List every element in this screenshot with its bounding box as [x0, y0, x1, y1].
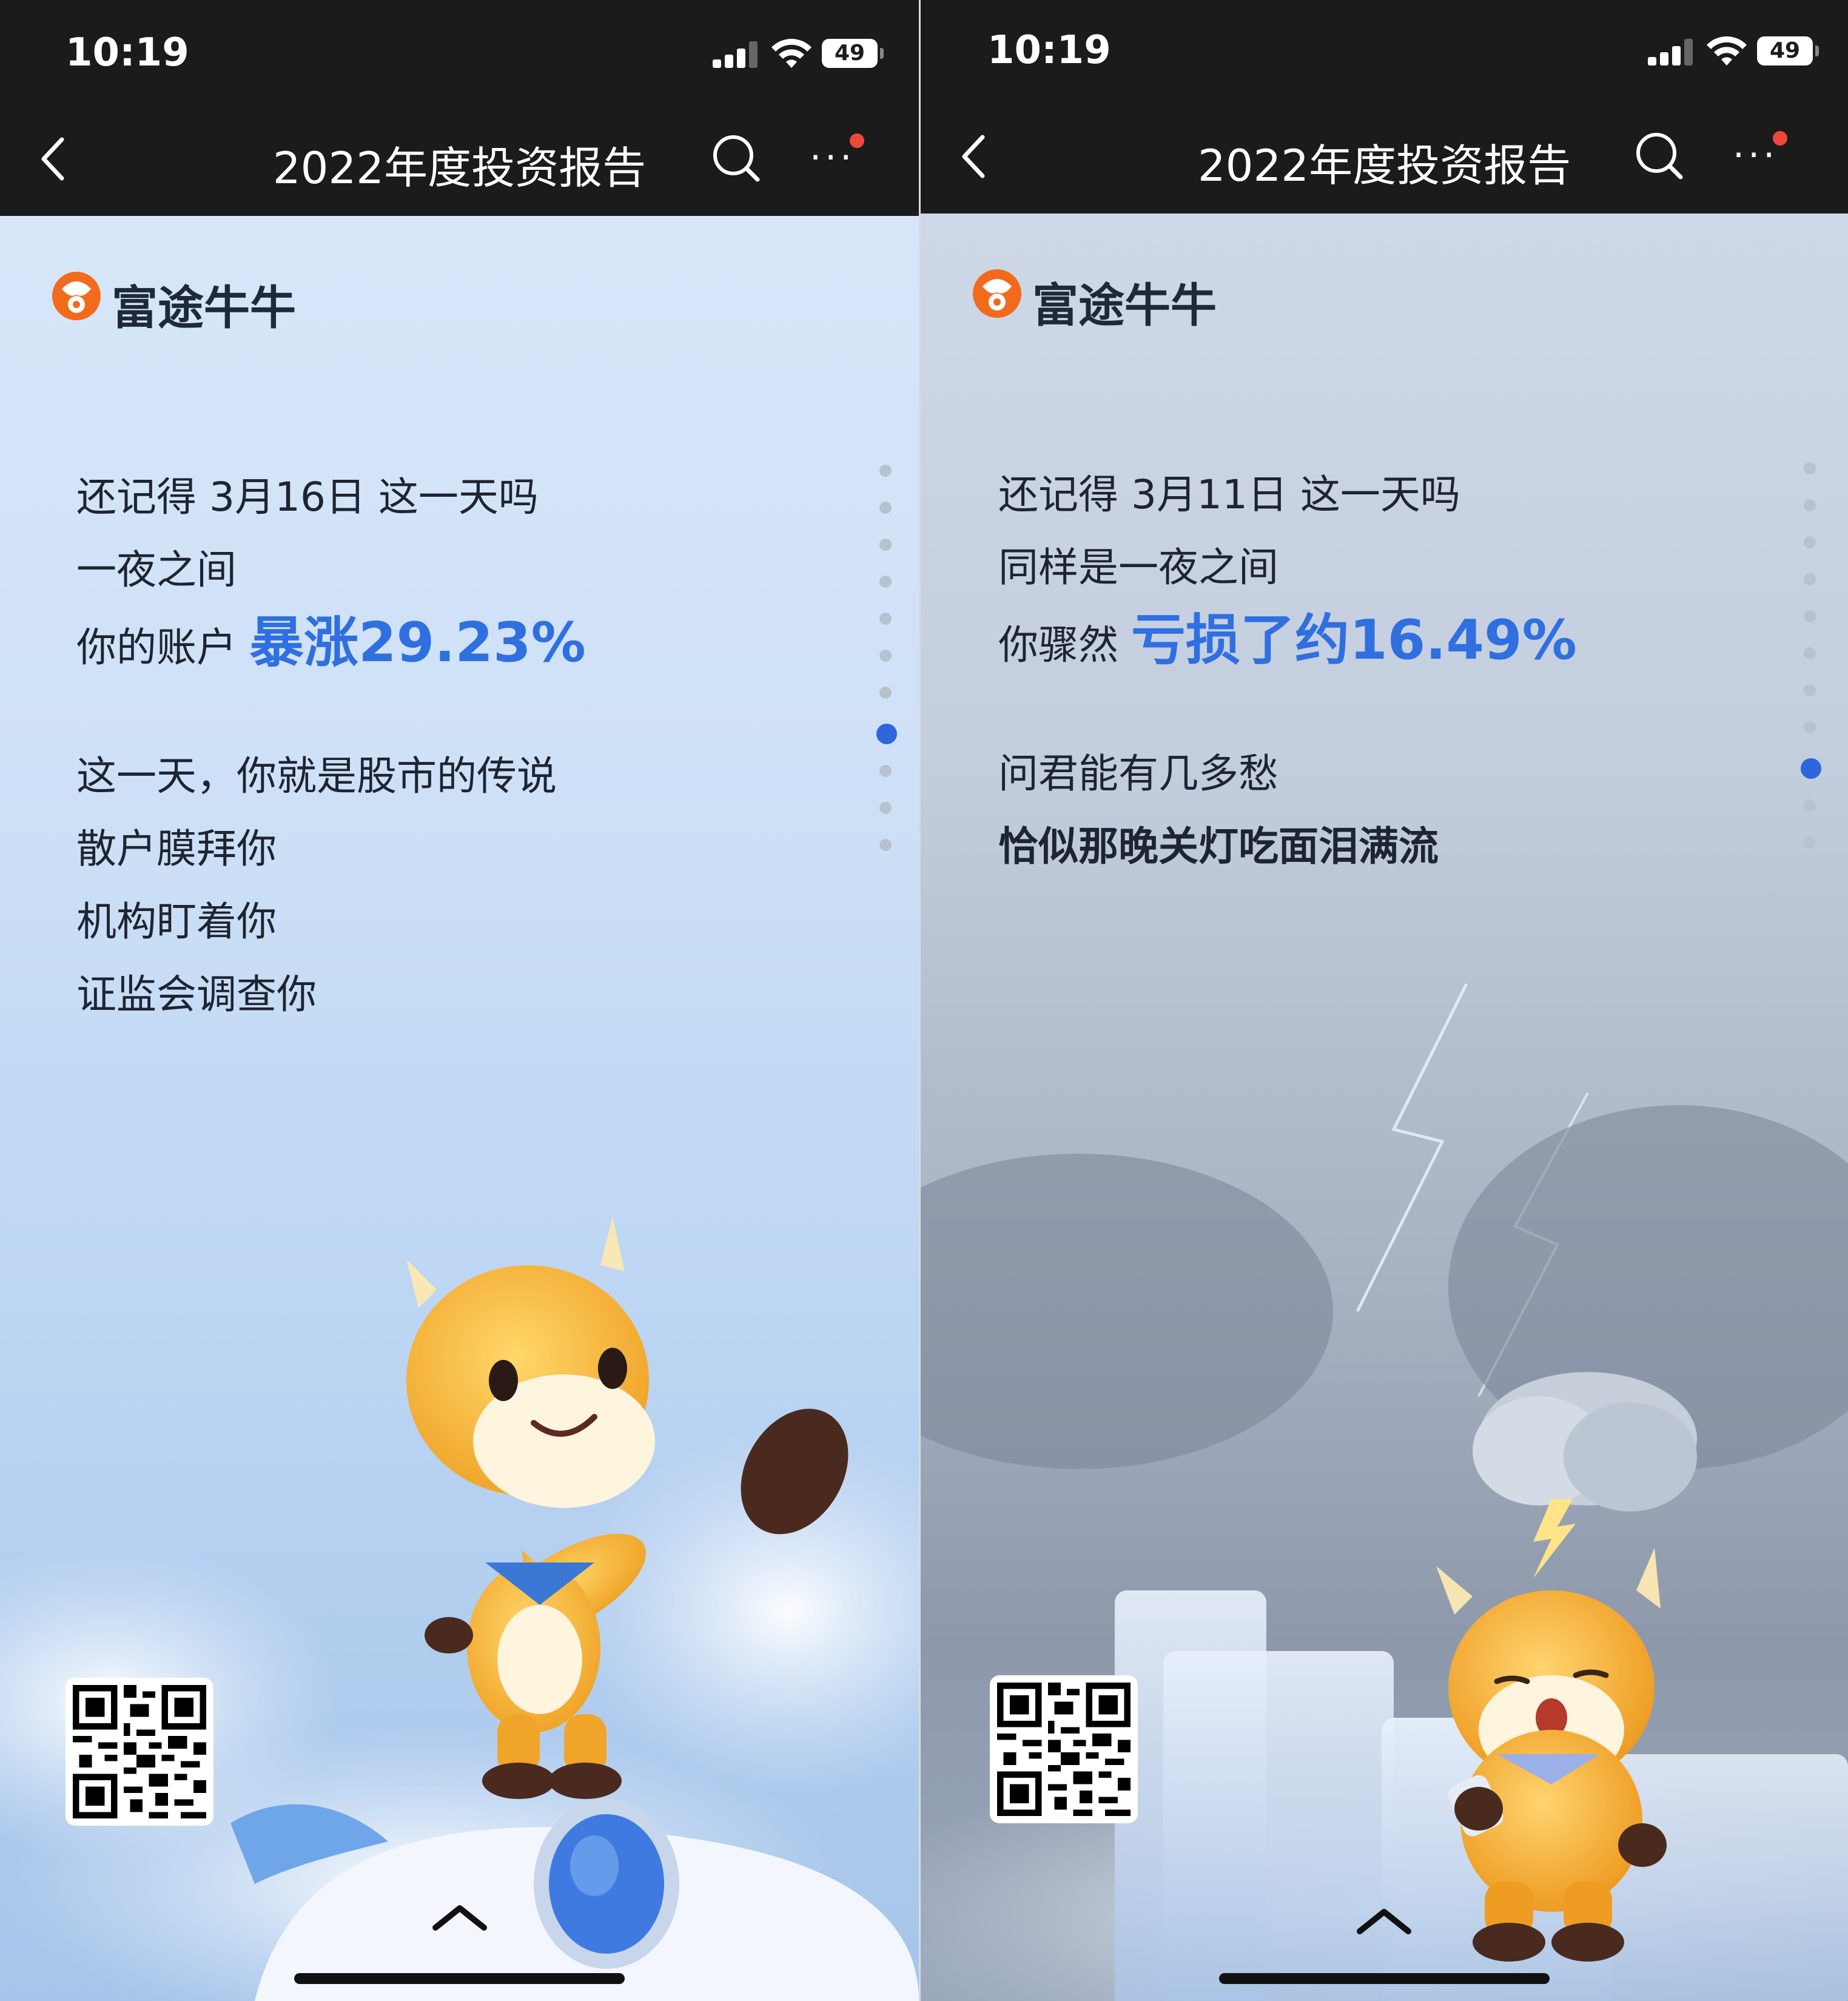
- status-icons: 49: [713, 36, 889, 73]
- nav-bar: 2022年度投资报告 ···: [0, 103, 919, 216]
- qr-code: [990, 1675, 1138, 1823]
- page-dot[interactable]: [879, 687, 892, 699]
- right-screen: 10:19 49 2022年度投资报告 ··· 富途牛牛 还记得 3月11日 这…: [921, 0, 1848, 2001]
- nav-bar: 2022年度投资报告 ···: [921, 101, 1848, 214]
- page-dot[interactable]: [1804, 573, 1816, 585]
- report-page: 富途牛牛 还记得 3月11日 这一天吗 同样是一夜之间 你骤然 亏损了约16.4…: [921, 214, 1848, 2001]
- gain-highlight: 暴涨29.23%: [249, 611, 586, 674]
- account-prefix: 你骤然: [998, 622, 1131, 668]
- account-prefix: 你的账户: [76, 624, 249, 671]
- page-dot[interactable]: [1804, 836, 1816, 849]
- more-icon[interactable]: ···: [1733, 131, 1787, 180]
- search-icon[interactable]: [710, 132, 761, 183]
- page-dot[interactable]: [879, 765, 892, 777]
- page-dot[interactable]: [1804, 536, 1816, 548]
- page-dot[interactable]: [879, 839, 892, 851]
- report-page: 富途牛牛 还记得 3月16日 这一天吗 一夜之间 你的账户 暴涨29.23% 这…: [0, 216, 919, 2001]
- page-dot[interactable]: [879, 650, 892, 662]
- clouds-and-mascot-scene: [0, 1217, 919, 2001]
- signal-icon: [713, 40, 761, 68]
- line-overnight: 同样是一夜之间: [998, 544, 1278, 591]
- page-indicator: [876, 465, 897, 876]
- futu-logo-icon: [973, 269, 1021, 318]
- page-dot[interactable]: [1804, 721, 1816, 733]
- page-dot[interactable]: [879, 613, 892, 625]
- page-dot[interactable]: [879, 576, 892, 588]
- storm-and-mascot-scene: [921, 983, 1848, 2001]
- search-icon[interactable]: [1633, 130, 1684, 181]
- page-indicator: [1801, 462, 1821, 873]
- line-legend: 这一天，你就是股市的传说: [76, 753, 557, 799]
- line-retail: 散户膜拜你: [76, 826, 277, 872]
- page-title: 2022年度投资报告: [1197, 140, 1571, 191]
- signal-icon: [1648, 38, 1696, 66]
- brand-name: 富途牛牛: [1032, 278, 1217, 332]
- page-dot[interactable]: [879, 802, 892, 814]
- chevron-up-icon[interactable]: [429, 1902, 490, 1932]
- page-dot-active[interactable]: [1801, 758, 1821, 779]
- status-time: 10:19: [66, 30, 189, 75]
- qr-code: [66, 1678, 213, 1826]
- line-regulator: 证监会调查你: [76, 971, 317, 1018]
- page-dot[interactable]: [1804, 610, 1816, 622]
- page-dot[interactable]: [1804, 647, 1816, 659]
- futu-logo-icon: [52, 272, 101, 320]
- status-icons: 49: [1648, 34, 1824, 70]
- page-dot[interactable]: [879, 465, 892, 477]
- page-dot-active[interactable]: [876, 724, 897, 744]
- status-time: 10:19: [987, 28, 1111, 73]
- line-account: 你骤然 亏损了约16.49%: [998, 596, 1577, 674]
- rain-cloud: [1473, 1372, 1697, 1578]
- page-dot[interactable]: [1804, 499, 1816, 511]
- line-institution: 机构盯着你: [76, 898, 277, 945]
- notification-badge: [1773, 131, 1787, 146]
- page-dot[interactable]: [1804, 462, 1816, 474]
- left-screen: 10:19 49 2022年度投资报告 ··· 富途牛牛 还记得 3月16日 这…: [0, 0, 919, 2001]
- home-indicator: [294, 1973, 625, 1984]
- page-dot[interactable]: [1804, 799, 1816, 812]
- line-poem-1: 问君能有几多愁: [998, 750, 1278, 797]
- line-date: 还记得 3月16日 这一天吗: [76, 474, 539, 520]
- wifi-icon: [771, 39, 811, 68]
- line-poem-2: 恰似那晚关灯吃面泪满流: [998, 823, 1439, 870]
- status-bar: 10:19 49: [0, 0, 919, 103]
- loss-highlight: 亏损了约16.49%: [1131, 608, 1577, 672]
- more-icon[interactable]: ···: [810, 133, 864, 182]
- line-account: 你的账户 暴涨29.23%: [76, 598, 586, 677]
- status-bar: 10:19 49: [921, 0, 1848, 103]
- brand-name: 富途牛牛: [112, 281, 296, 335]
- battery-icon: 49: [822, 39, 884, 68]
- page-dot[interactable]: [1804, 684, 1816, 696]
- page-title: 2022年度投资报告: [272, 143, 647, 193]
- page-dot[interactable]: [879, 502, 892, 514]
- wifi-icon: [1707, 36, 1747, 66]
- battery-icon: 49: [1757, 36, 1819, 66]
- chevron-up-icon[interactable]: [1354, 1906, 1414, 1936]
- page-dot[interactable]: [879, 539, 892, 551]
- notification-badge: [850, 133, 864, 148]
- line-date: 还记得 3月11日 这一天吗: [998, 471, 1460, 518]
- home-indicator: [1219, 1973, 1550, 1984]
- line-overnight: 一夜之间: [76, 546, 237, 593]
